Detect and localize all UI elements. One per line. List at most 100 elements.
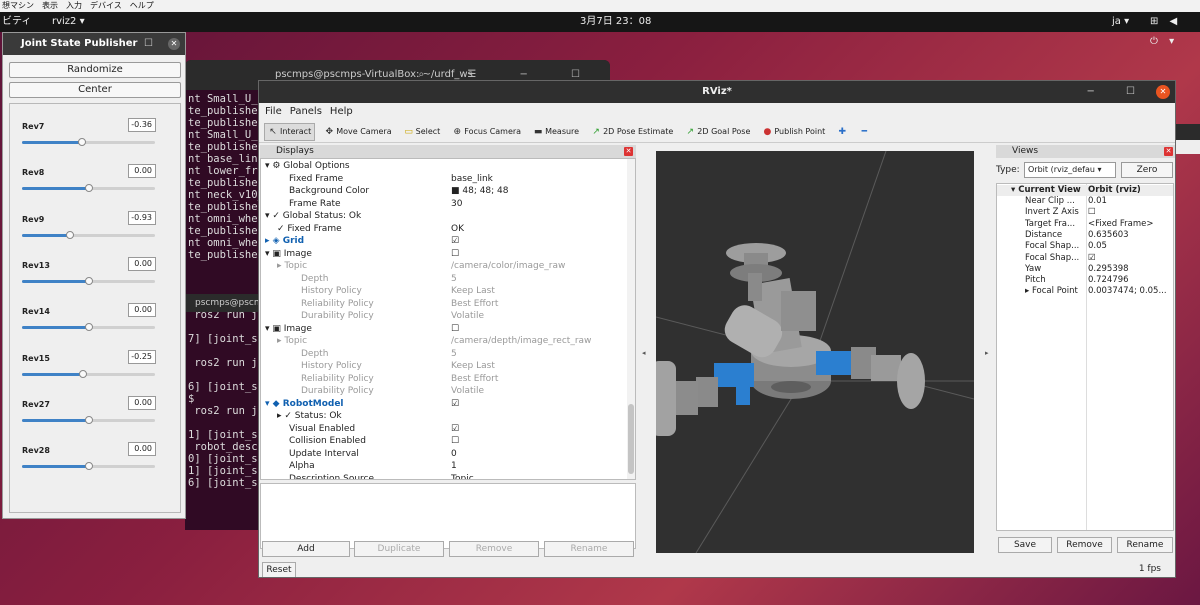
display-row[interactable]: ▸ Topic/camera/depth/image_rect_raw bbox=[261, 335, 627, 348]
displays-scrollbar[interactable] bbox=[627, 159, 635, 479]
display-property-value[interactable]: 1 bbox=[451, 460, 457, 473]
view-property-row[interactable]: Focal Shap... ☑ bbox=[997, 253, 1173, 264]
display-row[interactable]: Alpha 1 bbox=[261, 460, 627, 473]
view-property-row[interactable]: Yaw 0.295398 bbox=[997, 264, 1173, 275]
view-property-row[interactable]: Focal Shap... 0.05 bbox=[997, 241, 1173, 252]
joint-slider[interactable] bbox=[22, 230, 155, 239]
rviz-titlebar[interactable]: RViz* − ☐ ✕ bbox=[259, 81, 1175, 103]
view-property-value[interactable]: 0.01 bbox=[1088, 196, 1172, 207]
view-property-value[interactable]: 0.635603 bbox=[1088, 230, 1172, 241]
display-row[interactable]: Update Interval 0 bbox=[261, 448, 627, 461]
joint-slider[interactable] bbox=[22, 184, 155, 193]
joint-value-field[interactable]: 0.00 bbox=[128, 164, 156, 179]
joint-value-field[interactable]: 0.00 bbox=[128, 256, 156, 271]
tool-focus-camera[interactable]: ⊕ Focus Camera bbox=[449, 123, 524, 141]
current-view-row[interactable]: ▾ Current View Orbit (rviz) bbox=[997, 185, 1173, 196]
menu-panels[interactable]: Panels bbox=[290, 103, 322, 121]
displays-tree[interactable]: ▾ ⚙ Global Options Fixed Frame base_link Ba… bbox=[260, 158, 636, 480]
display-row[interactable]: Depth 5 bbox=[261, 348, 627, 361]
display-row[interactable]: History Policy Keep Last bbox=[261, 285, 627, 298]
tool-add[interactable]: ✚ bbox=[834, 123, 850, 141]
view-property-value[interactable]: 0.295398 bbox=[1088, 264, 1172, 275]
clock[interactable]: 3月7日 23：08 bbox=[580, 12, 651, 32]
tool-measure[interactable]: ▬ Measure bbox=[530, 123, 582, 141]
joint-slider-handle[interactable] bbox=[84, 276, 93, 285]
display-property-value[interactable]: Topic bbox=[451, 473, 474, 480]
display-property-value[interactable]: ☑ bbox=[451, 235, 459, 248]
display-row[interactable]: ▸ Topic/camera/color/image_raw bbox=[261, 260, 627, 273]
display-property-value[interactable]: ☐ bbox=[451, 248, 459, 261]
joint-slider-handle[interactable] bbox=[77, 138, 86, 146]
vm-menu-item[interactable]: 想マシン bbox=[2, 0, 34, 12]
tool-2d-pose-estimate[interactable]: ↗ 2D Pose Estimate bbox=[588, 123, 676, 141]
view-property-row[interactable]: Invert Z Axis ☐ bbox=[997, 207, 1173, 218]
view-property-value[interactable]: 0.05 bbox=[1088, 241, 1172, 252]
menu-file[interactable]: File bbox=[265, 103, 282, 121]
joint-slider-handle[interactable] bbox=[84, 415, 93, 424]
input-method-menu[interactable]: ja ▾ bbox=[1112, 12, 1129, 32]
display-property-value[interactable]: Keep Last bbox=[451, 285, 495, 298]
rename-display-button[interactable]: Rename bbox=[544, 541, 634, 557]
view-property-row[interactable]: Near Clip ... 0.01 bbox=[997, 196, 1173, 207]
center-button[interactable]: Center bbox=[9, 82, 181, 98]
display-property-value[interactable]: base_link bbox=[451, 173, 493, 186]
display-row[interactable]: ▸ ◈ Grid ☑ bbox=[261, 235, 627, 248]
display-row[interactable]: ▾ ✓ Global Status: Ok bbox=[261, 210, 627, 223]
view-property-value[interactable]: 0.0037474; 0.05... bbox=[1088, 286, 1172, 297]
tool-move-camera[interactable]: ✥ Move Camera bbox=[321, 123, 394, 141]
display-row[interactable]: ✓ Fixed Frame OK bbox=[261, 223, 627, 236]
joint-slider-handle[interactable] bbox=[84, 323, 93, 332]
view-property-value[interactable]: ☐ bbox=[1088, 207, 1172, 218]
zero-button[interactable]: Zero bbox=[1121, 162, 1173, 178]
view-property-row[interactable]: ▸ Focal Point 0.0037474; 0.05... bbox=[997, 286, 1173, 297]
joint-slider[interactable] bbox=[22, 323, 155, 332]
joint-value-field[interactable]: -0.93 bbox=[128, 210, 156, 225]
displays-close-icon[interactable]: ✕ bbox=[624, 147, 633, 156]
remove-view-button[interactable]: Remove bbox=[1057, 537, 1112, 553]
tool-remove[interactable]: ━ bbox=[856, 123, 872, 141]
joint-slider-handle[interactable] bbox=[84, 184, 93, 193]
maximize-icon[interactable]: ☐ bbox=[144, 33, 153, 55]
display-property-value[interactable]: ☐ bbox=[451, 323, 459, 336]
display-row[interactable]: Reliability Policy Best Effort bbox=[261, 373, 627, 386]
display-row[interactable]: ▾ ▣ Image ☐ bbox=[261, 323, 627, 336]
joint-value-field[interactable]: -0.25 bbox=[128, 349, 156, 364]
display-row[interactable]: Frame Rate 30 bbox=[261, 198, 627, 211]
joint-slider-handle[interactable] bbox=[79, 369, 88, 378]
joint-value-field[interactable]: -0.36 bbox=[128, 118, 156, 132]
display-row[interactable]: Background Color ■ 48; 48; 48 bbox=[261, 185, 627, 198]
display-row[interactable]: Depth 5 bbox=[261, 273, 627, 286]
display-row[interactable]: Durability Policy Volatile bbox=[261, 385, 627, 398]
randomize-button[interactable]: Randomize bbox=[9, 62, 181, 78]
display-row[interactable]: Durability Policy Volatile bbox=[261, 310, 627, 323]
display-property-value[interactable]: /camera/color/image_raw bbox=[451, 260, 565, 273]
display-property-value[interactable]: 5 bbox=[451, 348, 457, 361]
display-row[interactable]: Reliability Policy Best Effort bbox=[261, 298, 627, 311]
tool-publish-point[interactable]: ● Publish Point bbox=[759, 123, 828, 141]
views-property-tree[interactable]: ▾ Current View Orbit (rviz) Near Clip ... 0… bbox=[996, 183, 1174, 531]
joint-value-field[interactable]: 0.00 bbox=[128, 395, 156, 410]
vm-menu-item[interactable]: 表示 bbox=[42, 0, 58, 12]
rviz-window[interactable]: RViz* − ☐ ✕ File Panels Help ↖ Interact ✥ Mov… bbox=[258, 80, 1176, 578]
display-property-value[interactable]: /camera/depth/image_rect_raw bbox=[451, 335, 591, 348]
rviz-window-controls[interactable]: − ☐ bbox=[1086, 81, 1149, 103]
display-property-value[interactable]: 0 bbox=[451, 448, 457, 461]
joint-state-publisher-window[interactable]: Joint State Publisher ☐ ✕ Randomize Cent… bbox=[2, 32, 186, 519]
display-property-value[interactable]: ☑ bbox=[451, 398, 459, 411]
save-view-button[interactable]: Save bbox=[998, 537, 1052, 553]
display-property-value[interactable]: OK bbox=[451, 223, 464, 236]
activities-button[interactable]: ビティ bbox=[2, 12, 31, 32]
collapse-right-icon[interactable]: ▸ bbox=[985, 349, 989, 357]
view-type-select[interactable]: Orbit (rviz_defau ▾ bbox=[1024, 162, 1116, 178]
3d-render-viewport[interactable] bbox=[656, 151, 974, 553]
display-row[interactable]: ▾ ⚙ Global Options bbox=[261, 160, 627, 173]
joint-value-field[interactable]: 0.00 bbox=[128, 442, 156, 457]
view-property-value[interactable]: 0.724796 bbox=[1088, 275, 1172, 286]
collapse-left-icon[interactable]: ◂ bbox=[642, 349, 646, 357]
jsp-titlebar[interactable]: Joint State Publisher ☐ ✕ bbox=[3, 33, 185, 55]
tool-2d-goal-pose[interactable]: ↗ 2D Goal Pose bbox=[682, 123, 753, 141]
add-display-button[interactable]: Add bbox=[262, 541, 350, 557]
display-property-value[interactable]: Keep Last bbox=[451, 360, 495, 373]
duplicate-display-button[interactable]: Duplicate bbox=[354, 541, 444, 557]
close-icon[interactable]: ✕ bbox=[168, 38, 180, 50]
